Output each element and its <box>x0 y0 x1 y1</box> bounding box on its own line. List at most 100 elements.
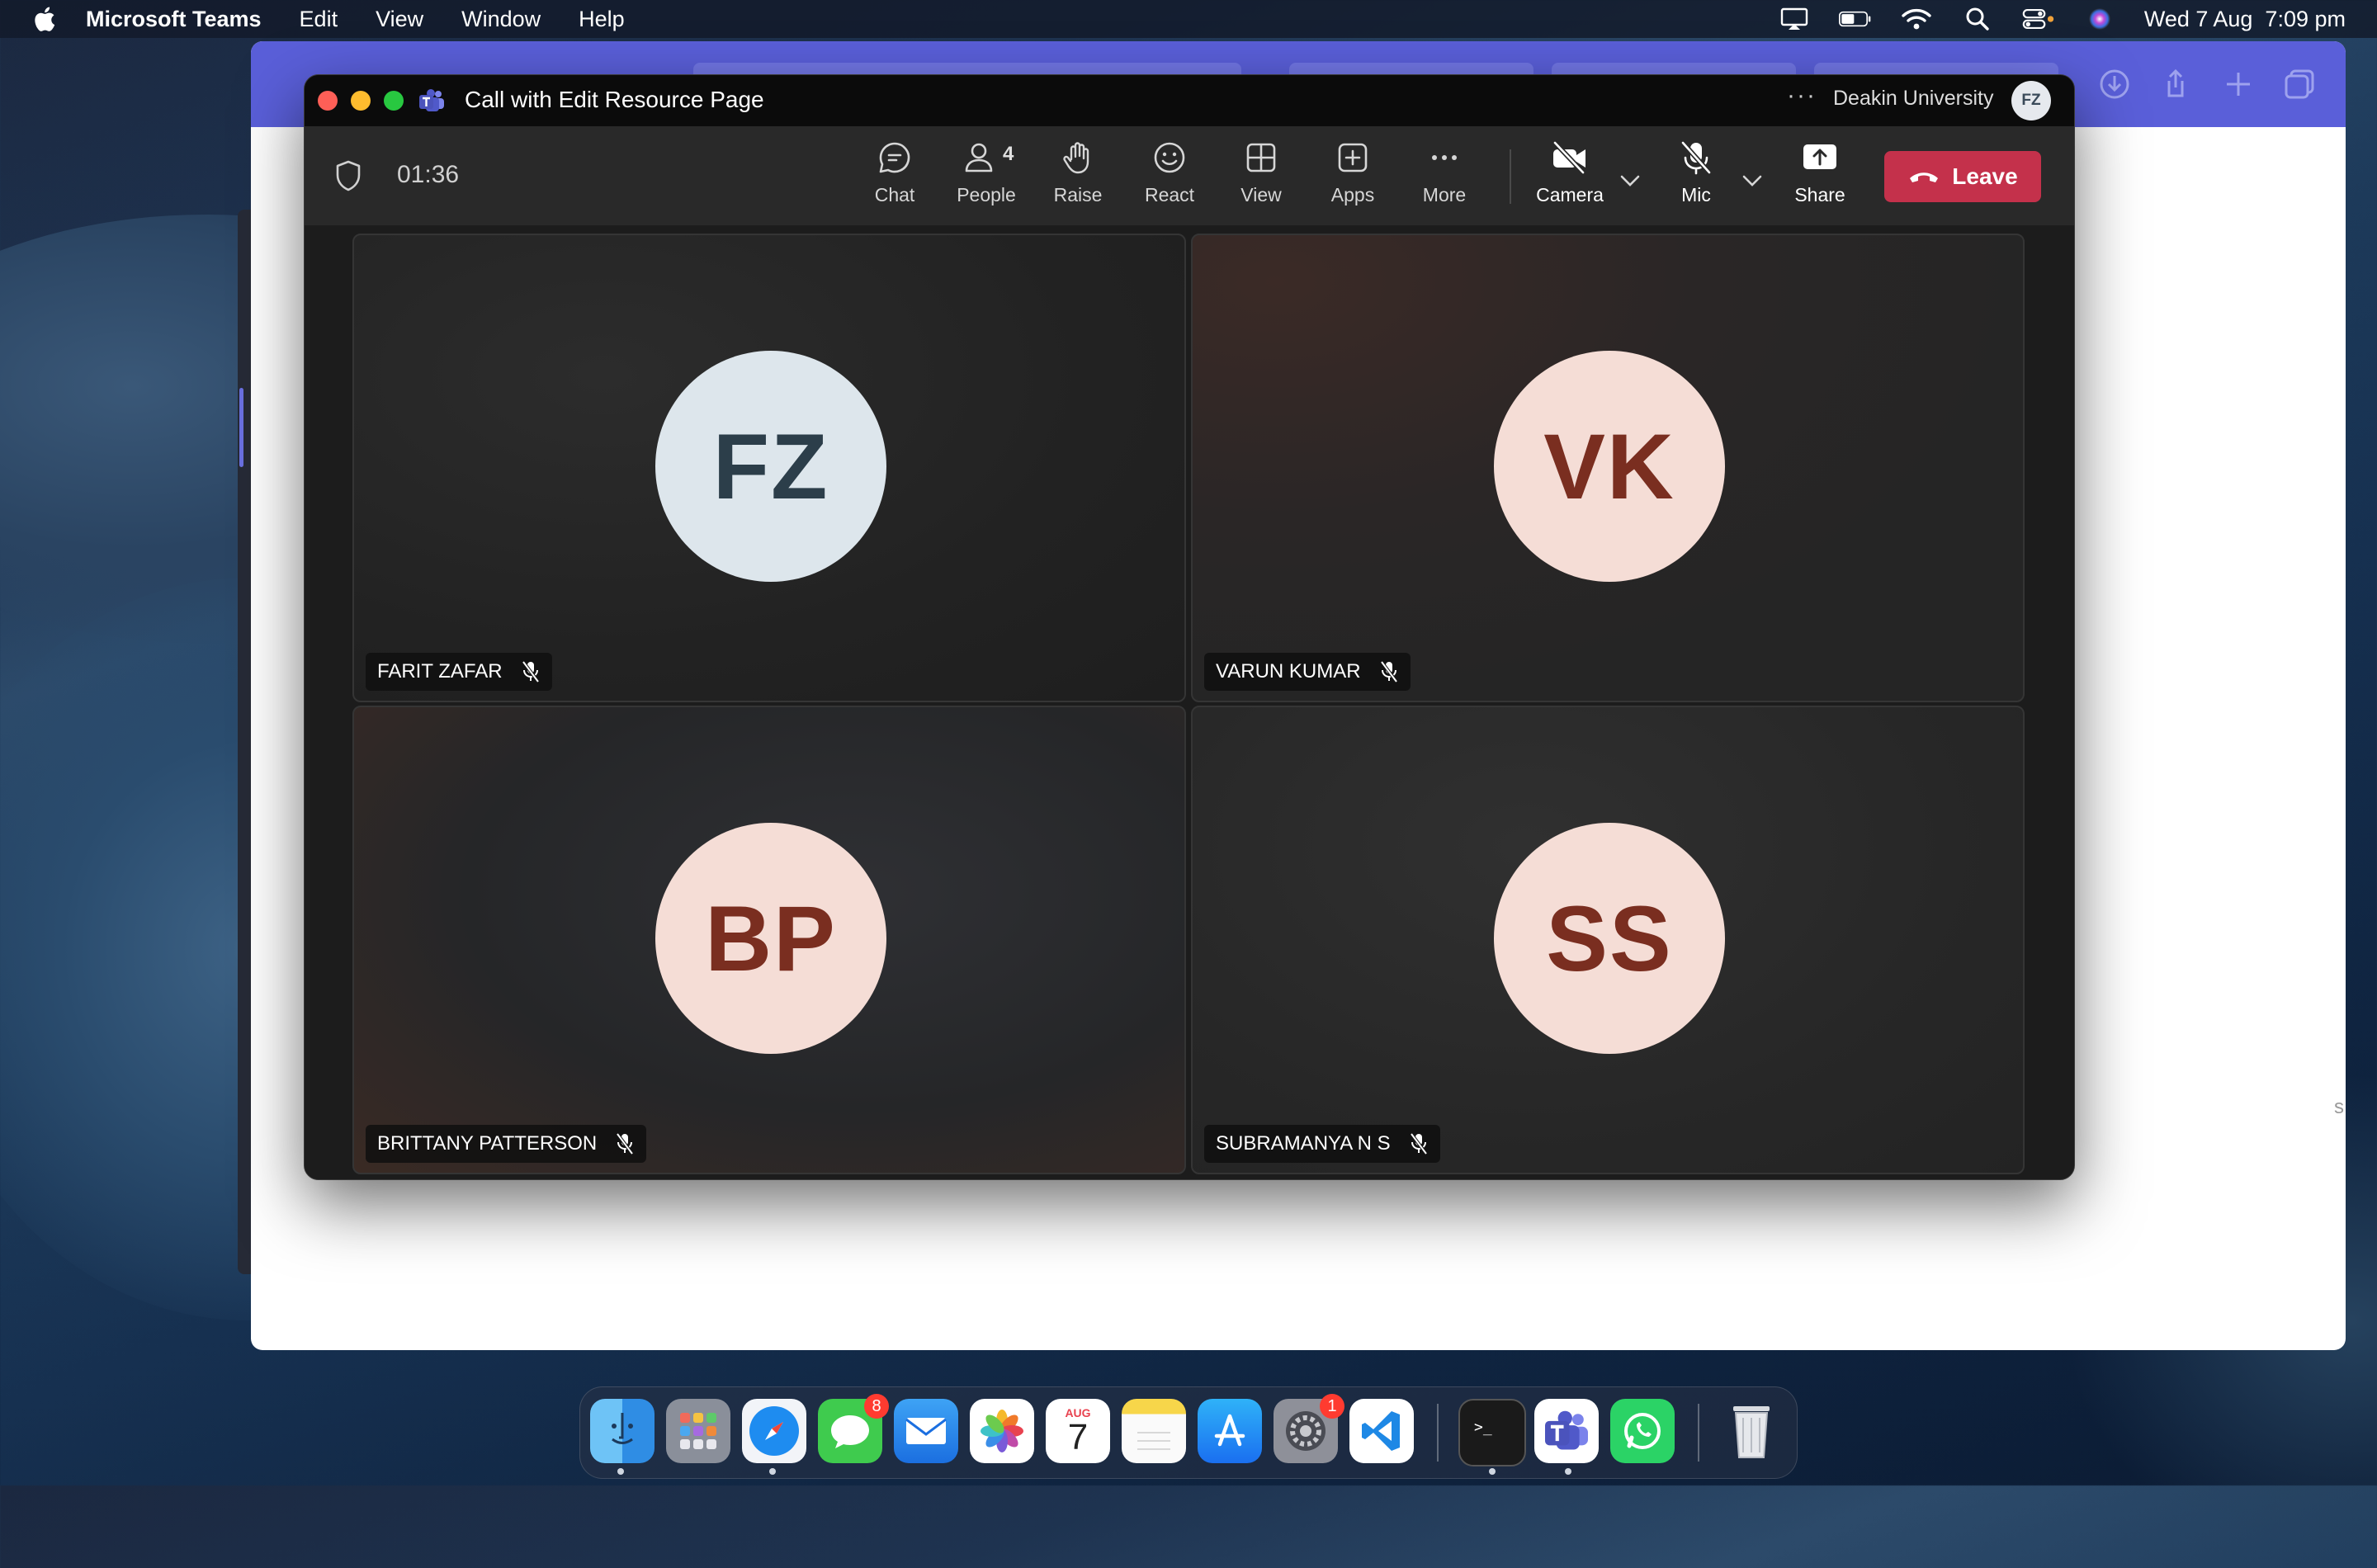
participant-tile[interactable]: SS SUBRAMANYA N S <box>1191 706 2025 1174</box>
menu-view[interactable]: View <box>376 7 423 32</box>
zoom-window-button[interactable] <box>384 91 404 111</box>
raise-hand-button[interactable]: Raise <box>1037 138 1119 217</box>
running-indicator <box>1565 1468 1571 1475</box>
display-icon[interactable] <box>1778 7 1811 31</box>
more-options-button[interactable]: ··· <box>1787 82 1817 110</box>
organization-name[interactable]: Deakin University <box>1833 87 1994 111</box>
hand-icon <box>1058 138 1098 177</box>
teams-call-window: Call with Edit Resource Page ··· Deakin … <box>304 74 2075 1180</box>
settings-badge: 1 <box>1320 1394 1344 1419</box>
messages-badge: 8 <box>864 1394 889 1419</box>
camera-options-chevron-icon[interactable] <box>1619 172 1642 189</box>
participant-name: FARIT ZAFAR <box>377 660 503 682</box>
share-button[interactable]: Share <box>1779 138 1861 217</box>
messages-icon[interactable]: 8 <box>818 1394 889 1463</box>
launchpad-icon[interactable] <box>666 1399 730 1463</box>
chat-button[interactable]: Chat <box>853 138 936 217</box>
raise-label: Raise <box>1053 184 1103 205</box>
control-center-icon[interactable] <box>2022 7 2055 31</box>
title-bar: Call with Edit Resource Page ··· Deakin … <box>305 75 2074 126</box>
teams-logo-icon <box>419 89 444 111</box>
siri-icon[interactable] <box>2083 7 2116 31</box>
participant-name: SUBRAMANYA N S <box>1216 1132 1391 1155</box>
participant-name: BRITTANY PATTERSON <box>377 1132 598 1155</box>
menu-clock[interactable]: Wed 7 Aug 7:09 pm <box>2144 7 2346 32</box>
participant-avatar: BP <box>655 823 886 1054</box>
safari-icon[interactable] <box>742 1399 806 1463</box>
spotlight-icon[interactable] <box>1961 7 1994 31</box>
shield-icon[interactable] <box>334 159 362 192</box>
react-button[interactable]: React <box>1128 138 1211 217</box>
battery-icon[interactable] <box>1838 7 1872 31</box>
trash-icon[interactable] <box>1719 1399 1784 1463</box>
view-label: View <box>1240 184 1282 205</box>
participant-tile[interactable]: BP BRITTANY PATTERSON <box>352 706 1186 1174</box>
photos-icon[interactable] <box>970 1399 1034 1463</box>
new-tab-icon[interactable] <box>2220 66 2256 102</box>
dock: 8 AUG 7 1 >_ <box>579 1386 1798 1479</box>
leave-button[interactable]: Leave <box>1884 151 2041 202</box>
dock-separator <box>1698 1404 1699 1462</box>
teams-icon[interactable] <box>1534 1399 1599 1463</box>
participant-name-tag: VARUN KUMAR <box>1204 653 1411 691</box>
people-button[interactable]: 4 People <box>945 138 1028 217</box>
notes-icon[interactable] <box>1122 1399 1186 1463</box>
more-button[interactable]: More <box>1403 138 1486 217</box>
people-label: People <box>957 184 1016 205</box>
dock-separator <box>1437 1404 1439 1462</box>
share-label: Share <box>1794 184 1845 205</box>
wifi-icon[interactable] <box>1900 7 1933 31</box>
close-window-button[interactable] <box>318 91 338 111</box>
menu-edit[interactable]: Edit <box>300 7 338 32</box>
react-label: React <box>1144 184 1195 205</box>
camera-button[interactable]: Camera <box>1529 138 1611 217</box>
toolbar-divider <box>1510 149 1511 204</box>
background-window-edge <box>238 210 251 1274</box>
menu-app-name[interactable]: Microsoft Teams <box>86 7 262 32</box>
participant-name: VARUN KUMAR <box>1216 660 1361 682</box>
apps-label: Apps <box>1330 184 1375 205</box>
menu-help[interactable]: Help <box>579 7 625 32</box>
participant-tile[interactable]: VK VARUN KUMAR <box>1191 234 2025 702</box>
vscode-icon[interactable] <box>1349 1399 1414 1463</box>
apple-menu-icon[interactable] <box>31 5 56 33</box>
apps-button[interactable]: Apps <box>1311 138 1394 217</box>
participant-avatar: SS <box>1494 823 1725 1054</box>
mail-icon[interactable] <box>894 1399 958 1463</box>
terminal-icon[interactable]: >_ <box>1458 1399 1526 1466</box>
people-count: 4 <box>1003 143 1014 165</box>
calendar-icon[interactable]: AUG 7 <box>1046 1399 1110 1463</box>
share-icon[interactable] <box>2157 66 2194 102</box>
user-avatar[interactable]: FZ <box>2011 81 2051 120</box>
app-store-icon[interactable] <box>1198 1399 1262 1463</box>
mic-button[interactable]: Mic <box>1655 138 1737 217</box>
participant-name-tag: SUBRAMANYA N S <box>1204 1125 1440 1163</box>
participant-name-tag: FARIT ZAFAR <box>366 653 552 691</box>
tab-overview-icon[interactable] <box>2281 66 2318 102</box>
participant-tile[interactable]: FZ FARIT ZAFAR <box>352 234 1186 702</box>
participant-grid: FZ FARIT ZAFAR VK VARUN KUMAR BP BRITTAN… <box>305 225 2074 1179</box>
share-screen-icon <box>1800 138 1840 177</box>
people-icon: 4 <box>965 138 1014 177</box>
participant-name-tag: BRITTANY PATTERSON <box>366 1125 647 1163</box>
grid-view-icon <box>1241 138 1281 177</box>
download-icon[interactable] <box>2096 66 2133 102</box>
mic-muted-icon <box>616 1132 634 1155</box>
add-app-icon <box>1333 138 1373 177</box>
ellipsis-icon <box>1425 138 1464 177</box>
mic-muted-icon <box>1410 1132 1428 1155</box>
mic-options-chevron-icon[interactable] <box>1741 172 1764 189</box>
minimize-window-button[interactable] <box>351 91 371 111</box>
leave-label: Leave <box>1952 163 2018 189</box>
running-indicator <box>769 1468 776 1475</box>
more-label: More <box>1422 184 1467 205</box>
camera-off-icon <box>1550 138 1590 177</box>
mic-muted-icon <box>521 660 540 683</box>
menu-window[interactable]: Window <box>461 7 541 32</box>
whatsapp-icon[interactable] <box>1610 1399 1675 1463</box>
participant-avatar: VK <box>1494 351 1725 582</box>
finder-icon[interactable] <box>590 1399 655 1463</box>
running-indicator <box>1489 1468 1496 1475</box>
view-button[interactable]: View <box>1220 138 1302 217</box>
system-settings-icon[interactable]: 1 <box>1274 1394 1344 1463</box>
